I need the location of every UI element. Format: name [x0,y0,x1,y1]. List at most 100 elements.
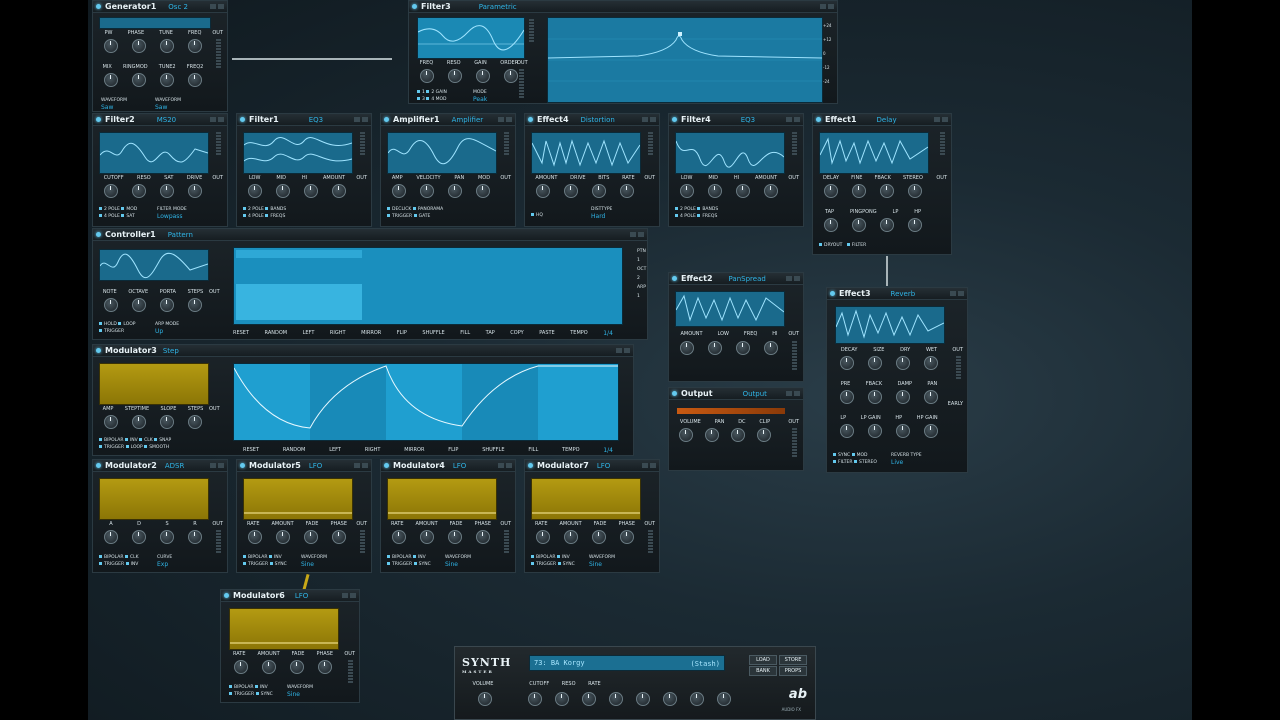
module-filter3[interactable]: Filter3 Parametric +24 +12 0 -12 -24 FREQ RESO… [408,0,838,104]
power-led[interactable] [224,593,229,598]
wet-knob[interactable] [924,356,938,370]
release-knob[interactable] [188,530,202,544]
power-led[interactable] [672,391,677,396]
lp-knob[interactable] [840,424,854,438]
module-modulator7[interactable]: Modulator7 LFO RATE AMOUNT FADE PHASE BIPOLA… [524,459,660,573]
reso-knob[interactable] [448,69,462,83]
pre-knob[interactable] [840,390,854,404]
velocity-knob[interactable] [420,184,434,198]
steptime-knob[interactable] [132,415,146,429]
sustain-knob[interactable] [160,530,174,544]
waveform-select[interactable]: Sine [445,561,458,568]
pingpong-knob[interactable] [852,218,866,232]
lp-knob[interactable] [880,218,894,232]
hp-knob[interactable] [908,218,922,232]
drive-knob[interactable] [188,184,202,198]
delay-knob[interactable] [824,184,838,198]
freq-knob[interactable] [736,341,750,355]
reso-knob[interactable] [554,692,569,706]
rate-knob[interactable] [581,692,596,706]
rate-knob[interactable] [234,660,248,674]
reset-button[interactable]: RESET [243,447,259,454]
step-sequencer-grid[interactable] [233,247,623,325]
fill-button[interactable]: FILL [528,447,538,454]
mod-knob[interactable] [476,184,490,198]
flip-button[interactable]: FLIP [448,447,458,454]
arp-mode-select[interactable]: Up [155,328,163,335]
filter-mode-select[interactable]: Lowpass [157,213,183,220]
bits-knob[interactable] [592,184,606,198]
module-modulator6[interactable]: Modulator6 LFO RATE AMOUNT FADE PHASE BIPOLA… [220,589,360,703]
copy-button[interactable]: COPY [510,330,523,337]
power-led[interactable] [240,463,245,468]
power-led[interactable] [672,276,677,281]
waveform-select[interactable]: Sine [589,561,602,568]
amount-knob[interactable] [332,184,346,198]
attack-knob[interactable] [104,530,118,544]
low-knob[interactable] [248,184,262,198]
phase-knob[interactable] [318,660,332,674]
phase-knob[interactable] [332,530,346,544]
drive-knob[interactable] [564,184,578,198]
tune-knob[interactable] [160,39,174,53]
power-led[interactable] [528,117,533,122]
reso-knob[interactable] [132,184,146,198]
phase-knob[interactable] [132,39,146,53]
left-button[interactable]: LEFT [303,330,315,337]
cutoff-knob[interactable] [527,692,542,706]
waveform-select[interactable]: Sine [287,691,300,698]
amount-knob[interactable] [536,184,550,198]
store-button[interactable]: STORE [779,655,807,665]
module-filter4[interactable]: Filter4 EQ3 LOW MID HI AMOUNT 2 POLE BANDS 4 … [668,113,804,227]
amount-knob[interactable] [680,341,694,355]
shuffle-button[interactable]: SHUFFLE [422,330,444,337]
decay-knob[interactable] [132,530,146,544]
module-output[interactable]: Output Output VOLUME PAN DC CLIP OUT [668,387,804,471]
steps-knob[interactable] [188,298,202,312]
module-effect4[interactable]: Effect4 Distortion AMOUNT DRIVE BITS RATE HQ… [524,113,660,227]
hi-knob[interactable] [304,184,318,198]
tempo-select[interactable]: 1/4 [603,330,613,337]
hi-knob[interactable] [764,341,778,355]
module-filter2[interactable]: Filter2 MS20 CUTOFF RESO SAT DRIVE 2 POLE MO… [92,113,228,227]
mid-knob[interactable] [708,184,722,198]
right-button[interactable]: RIGHT [365,447,381,454]
macro-knob[interactable] [689,692,704,706]
mid-knob[interactable] [276,184,290,198]
rate-knob[interactable] [536,530,550,544]
pan-knob[interactable] [924,390,938,404]
fill-button[interactable]: FILL [460,330,470,337]
rate-knob[interactable] [392,530,406,544]
cutoff-knob[interactable] [104,184,118,198]
module-filter1[interactable]: Filter1 EQ3 LOW MID HI AMOUNT 2 POLE BANDS 4 … [236,113,372,227]
clip-knob[interactable] [757,428,771,442]
hi-knob[interactable] [736,184,750,198]
module-amplifier1[interactable]: Amplifier1 Amplifier AMP VELOCITY PAN MOD DE… [380,113,516,227]
step-curve-editor[interactable] [233,363,619,441]
preset-display[interactable]: 73: BA Korgy (Stash) [529,655,725,671]
macro-knob[interactable] [716,692,731,706]
module-controller1[interactable]: Controller1 Pattern NOTE OCTAVE PORTA STEPS … [92,228,648,340]
pan-knob[interactable] [705,428,719,442]
gain-knob[interactable] [476,69,490,83]
power-led[interactable] [96,232,101,237]
power-led[interactable] [830,291,835,296]
lp-gain-knob[interactable] [868,424,882,438]
curve-select[interactable]: Exp [157,561,168,568]
decay-knob[interactable] [840,356,854,370]
module-effect3[interactable]: Effect3 Reverb DECAY SIZE DRY WET PRE FBACK DA… [826,287,968,473]
amount-knob[interactable] [564,530,578,544]
note-knob[interactable] [104,298,118,312]
amount-knob[interactable] [276,530,290,544]
eq-curve-display[interactable] [547,17,823,103]
shuffle-button[interactable]: SHUFFLE [482,447,504,454]
fade-knob[interactable] [304,530,318,544]
left-button[interactable]: LEFT [329,447,341,454]
amp-knob[interactable] [392,184,406,198]
phase-knob[interactable] [620,530,634,544]
bank-button[interactable]: BANK [749,666,777,676]
hp-gain-knob[interactable] [924,424,938,438]
rate-knob[interactable] [620,184,634,198]
right-button[interactable]: RIGHT [330,330,346,337]
amount-knob[interactable] [420,530,434,544]
